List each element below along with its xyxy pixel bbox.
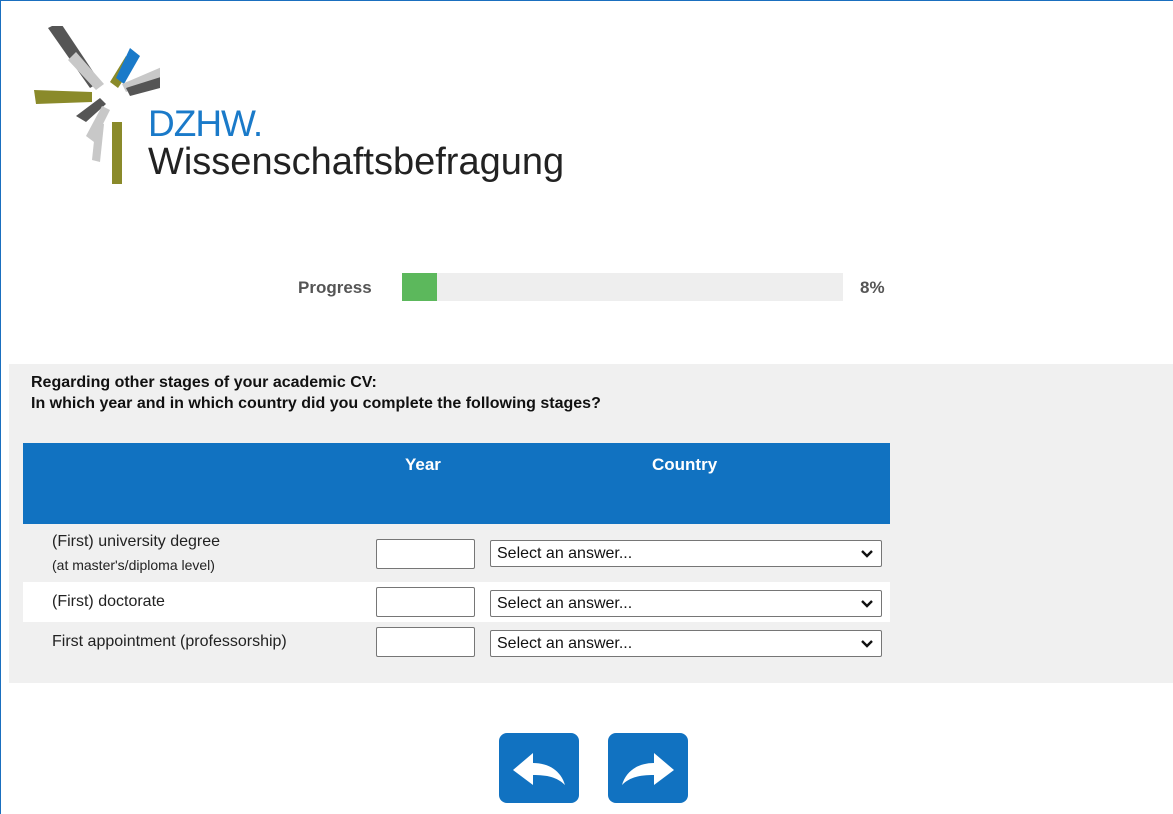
- row-label: First appointment (professorship): [52, 632, 287, 652]
- row-label-main: (First) university degree: [52, 533, 221, 550]
- matrix-row-first-appointment: First appointment (professorship) Select…: [23, 622, 890, 662]
- matrix-row-doctorate: (First) doctorate Select an answer...: [23, 582, 890, 622]
- progress-track: [402, 273, 843, 301]
- column-header-year: Year: [405, 455, 441, 474]
- country-select-first-appointment[interactable]: Select an answer...: [490, 630, 882, 657]
- chevron-down-icon: [861, 600, 873, 608]
- back-button[interactable]: [499, 733, 579, 803]
- country-select-value: Select an answer...: [497, 595, 633, 612]
- forward-arrow-icon: [622, 753, 674, 785]
- column-header-country: Country: [652, 455, 718, 474]
- progress-section: Progress 8%: [0, 272, 1173, 302]
- question-line-2: In which year and in which country did y…: [31, 395, 601, 412]
- row-label: (First) doctorate: [52, 592, 165, 612]
- logo-brand-text: DZHW.: [148, 103, 263, 144]
- country-select-doctorate[interactable]: Select an answer...: [490, 590, 882, 617]
- year-input-first-appointment[interactable]: [376, 627, 475, 657]
- row-label-main: First appointment (professorship): [52, 633, 287, 650]
- year-input-doctorate[interactable]: [376, 587, 475, 617]
- matrix-header: Year Country: [23, 443, 890, 524]
- chevron-down-icon: [861, 640, 873, 648]
- row-label-main: (First) doctorate: [52, 593, 165, 610]
- dzhw-logo: DZHW. Wissenschaftsbefragung: [30, 26, 570, 196]
- progress-value: 8%: [860, 278, 885, 297]
- chevron-down-icon: [861, 550, 873, 558]
- back-arrow-icon: [513, 753, 565, 785]
- question-line-1: Regarding other stages of your academic …: [31, 374, 377, 391]
- matrix-row-university-degree: (First) university degree (at master's/d…: [23, 524, 890, 582]
- answer-matrix: Year Country (First) university degree (…: [23, 443, 890, 662]
- country-select-university-degree[interactable]: Select an answer...: [490, 540, 882, 567]
- logo-burst-icon: [34, 26, 160, 184]
- row-label-sub: (at master's/diploma level): [52, 557, 215, 573]
- question-text: Regarding other stages of your academic …: [31, 372, 601, 414]
- country-select-value: Select an answer...: [497, 545, 633, 562]
- next-button[interactable]: [608, 733, 688, 803]
- year-input-university-degree[interactable]: [376, 539, 475, 569]
- progress-fill: [402, 273, 438, 301]
- row-label: (First) university degree (at master's/d…: [52, 532, 220, 575]
- country-select-value: Select an answer...: [497, 635, 633, 652]
- logo-subtitle-text: Wissenschaftsbefragung: [148, 141, 565, 183]
- question-panel: Regarding other stages of your academic …: [9, 364, 1173, 683]
- progress-label: Progress: [298, 278, 372, 297]
